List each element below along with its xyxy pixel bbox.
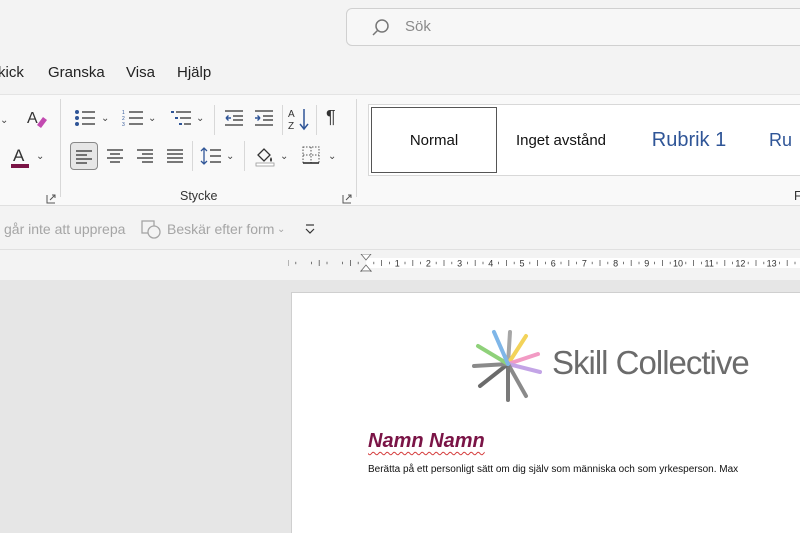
- ruler-number: 1: [395, 259, 400, 269]
- multilevel-chevron[interactable]: ⌄: [196, 113, 204, 124]
- align-left-button[interactable]: [70, 142, 98, 170]
- tab-review[interactable]: Granska: [48, 64, 105, 81]
- font-size-dropdown-chevron[interactable]: ⌄: [0, 115, 8, 126]
- font-dialog-launcher-icon[interactable]: [46, 191, 56, 204]
- shading-chevron[interactable]: ⌄: [280, 151, 288, 162]
- show-formatting-marks-icon[interactable]: ¶: [326, 107, 336, 128]
- tab-view[interactable]: Visa: [126, 64, 155, 81]
- align-right-icon[interactable]: [136, 148, 154, 164]
- group-separator: [356, 99, 357, 197]
- font-color-chevron[interactable]: ⌄: [36, 151, 44, 162]
- style-heading-2[interactable]: Ru: [769, 107, 800, 173]
- customize-toolbar-icon[interactable]: [304, 223, 316, 235]
- clear-formatting-icon[interactable]: A: [26, 107, 48, 129]
- sort-icon[interactable]: A Z: [288, 107, 310, 131]
- ruler-number: 11: [705, 259, 714, 269]
- ruler-number: 5: [519, 259, 524, 269]
- svg-text:A: A: [27, 110, 38, 127]
- separator: [316, 105, 317, 135]
- group-separator: [60, 99, 61, 197]
- ruler-number: 9: [644, 259, 649, 269]
- tab-mailings[interactable]: kick: [0, 64, 24, 81]
- logo-text: Skill Collective: [552, 344, 750, 381]
- shading-icon[interactable]: [254, 145, 276, 167]
- separator: [282, 105, 283, 135]
- skill-collective-logo-icon: [472, 330, 542, 402]
- search-icon: [372, 19, 389, 36]
- search-box[interactable]: Sök: [346, 8, 800, 46]
- search-placeholder: Sök: [405, 18, 431, 35]
- align-center-icon[interactable]: [106, 148, 124, 164]
- horizontal-ruler[interactable]: 1 2 3 4 5 6 7 8 9 10 11 12 13: [288, 254, 800, 272]
- left-indent-marker[interactable]: [360, 270, 372, 272]
- ruler-number: 12: [735, 259, 745, 269]
- crop-chevron[interactable]: ⌄: [277, 224, 285, 235]
- crop-to-shape-icon: [141, 220, 161, 239]
- ruler-number: 3: [457, 259, 462, 269]
- separator: [214, 105, 215, 135]
- borders-icon[interactable]: [302, 146, 320, 164]
- styles-group-label-fragment: F: [794, 189, 800, 203]
- borders-chevron[interactable]: ⌄: [328, 151, 336, 162]
- style-heading-1[interactable]: Rubrik 1: [627, 107, 751, 173]
- tab-help[interactable]: Hjälp: [177, 64, 211, 81]
- bullets-icon[interactable]: [74, 109, 96, 127]
- company-logo: Skill Collective: [470, 326, 800, 406]
- align-left-icon: [76, 150, 92, 164]
- svg-text:3: 3: [122, 122, 125, 127]
- numbering-icon[interactable]: 1 2 3: [122, 109, 144, 127]
- ruler-number: 8: [613, 259, 618, 269]
- repeat-button[interactable]: går inte att upprepa: [4, 221, 125, 237]
- svg-text:A: A: [288, 109, 295, 120]
- svg-text:A: A: [13, 146, 25, 165]
- ruler-area: 1 2 3 4 5 6 7 8 9 10 11 12 13: [0, 250, 800, 280]
- styles-gallery: Normal Inget avstånd Rubrik 1 Ru: [368, 104, 800, 176]
- ruler-number: 10: [673, 259, 683, 269]
- document-body-text[interactable]: Berätta på ett personligt sätt om dig sj…: [368, 464, 738, 475]
- style-normal[interactable]: Normal: [371, 107, 497, 173]
- menu-bar: kick Granska Visa Hjälp: [0, 56, 800, 90]
- justify-icon[interactable]: [166, 148, 184, 164]
- font-color-icon[interactable]: A: [10, 145, 32, 169]
- ruler-number: 13: [767, 259, 777, 269]
- style-no-spacing[interactable]: Inget avstånd: [499, 107, 623, 173]
- separator: [244, 141, 245, 171]
- bullets-chevron[interactable]: ⌄: [101, 113, 109, 124]
- document-name-heading[interactable]: Namn Namn: [368, 430, 485, 453]
- increase-indent-icon[interactable]: [254, 109, 274, 127]
- separator: [192, 141, 193, 171]
- paragraph-dialog-launcher-icon[interactable]: [342, 191, 352, 204]
- paragraph-group-label: Stycke: [180, 189, 218, 203]
- line-spacing-icon[interactable]: [200, 147, 222, 165]
- quick-access-toolbar: går inte att upprepa Beskär efter form ⌄: [0, 208, 800, 250]
- ruler-number: 2: [426, 259, 431, 269]
- line-spacing-chevron[interactable]: ⌄: [226, 151, 234, 162]
- ruler-number: 4: [488, 259, 493, 269]
- ruler-number: 6: [551, 259, 556, 269]
- crop-to-shape-button[interactable]: Beskär efter form: [167, 221, 274, 237]
- decrease-indent-icon[interactable]: [224, 109, 244, 127]
- ruler-number: 7: [582, 259, 587, 269]
- svg-text:Z: Z: [288, 121, 294, 131]
- multilevel-list-icon[interactable]: [170, 109, 192, 127]
- title-bar: Sök: [0, 0, 800, 56]
- numbering-chevron[interactable]: ⌄: [148, 113, 156, 124]
